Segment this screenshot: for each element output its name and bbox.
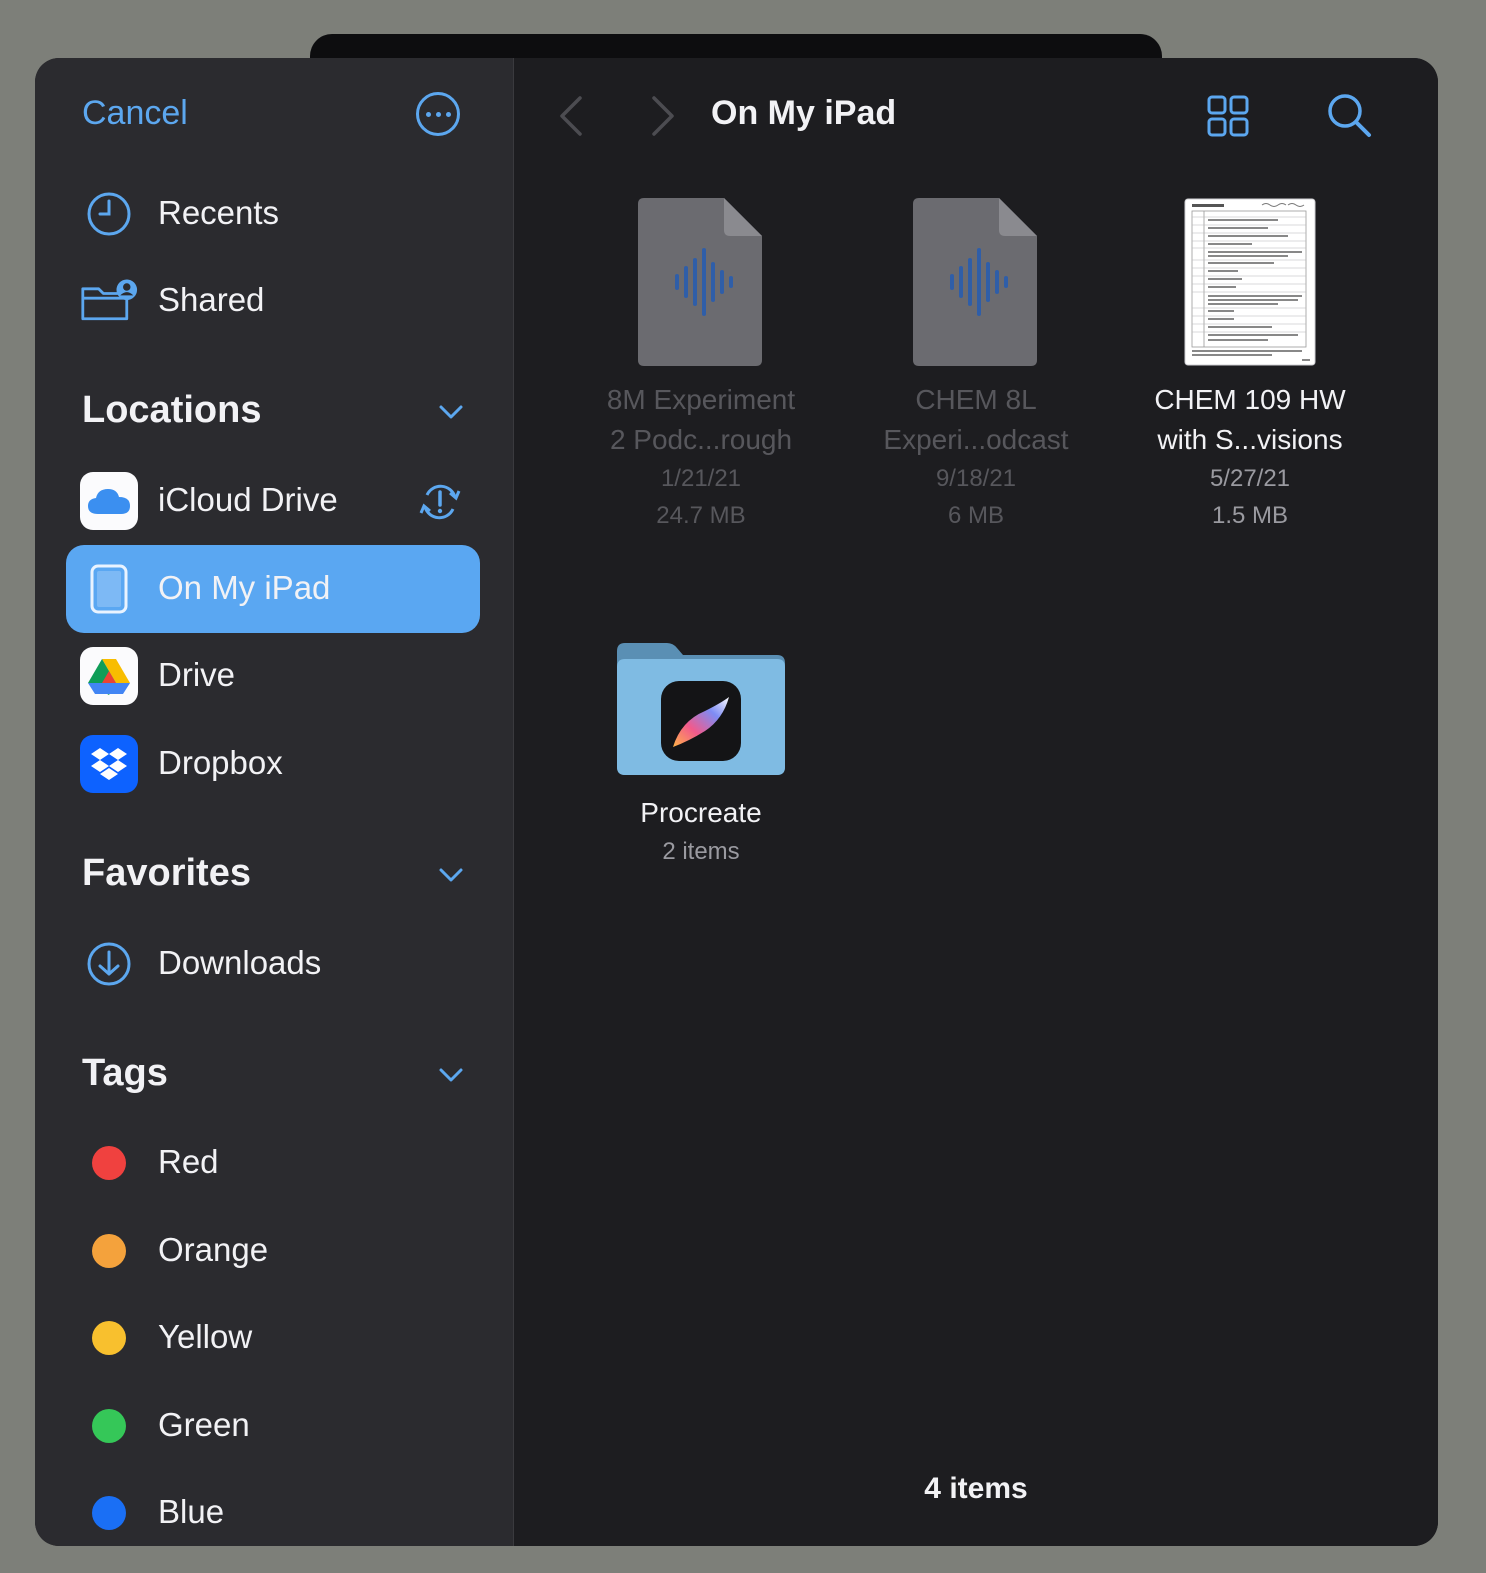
sidebar-item-label: Drive bbox=[158, 656, 236, 693]
item-count-footer: 4 items bbox=[924, 1472, 1028, 1505]
sidebar-item-label: Dropbox bbox=[158, 744, 283, 781]
favorites-header: Favorites bbox=[82, 852, 251, 894]
sidebar-item-label: Orange bbox=[158, 1231, 269, 1268]
sidebar-item-tag-orange[interactable]: Orange bbox=[66, 1207, 480, 1295]
forward-chevron-icon[interactable] bbox=[642, 94, 682, 138]
tag-yellow-dot bbox=[92, 1321, 126, 1355]
file-picker-window: Cancel Recents Shared Locations iCloud D… bbox=[35, 58, 1438, 1546]
file-size: 24.7 MB bbox=[656, 502, 746, 529]
sidebar-item-tag-yellow[interactable]: Yellow bbox=[66, 1294, 480, 1382]
file-name-line2: 2 Podc...rough bbox=[609, 424, 793, 455]
sidebar-item-label: iCloud Drive bbox=[158, 481, 338, 518]
tag-orange-dot bbox=[92, 1234, 126, 1268]
chevron-down-icon[interactable] bbox=[438, 1062, 464, 1088]
grid-view-icon[interactable] bbox=[1207, 95, 1249, 137]
clock-icon bbox=[80, 185, 138, 243]
sidebar-item-tag-red[interactable]: Red bbox=[66, 1119, 480, 1207]
sidebar-item-label: Blue bbox=[158, 1493, 225, 1530]
file-tile[interactable]: 8M Experiment 2 Podc...rough 1/21/21 24.… bbox=[566, 198, 836, 534]
file-date: 1/21/21 bbox=[660, 465, 742, 492]
sidebar-item-icloud-drive[interactable]: iCloud Drive bbox=[66, 457, 480, 545]
file-browser: On My iPad 8M Experiment 2 Podc...rough … bbox=[514, 58, 1438, 1546]
chevron-down-icon[interactable] bbox=[438, 862, 464, 888]
file-tile[interactable]: CHEM 8L Experi...odcast 9/18/21 6 MB bbox=[841, 198, 1111, 534]
cancel-button[interactable]: Cancel bbox=[82, 94, 188, 133]
audio-file-icon bbox=[913, 198, 1037, 366]
folder-item-count: 2 items bbox=[662, 838, 740, 865]
sync-alert-icon[interactable] bbox=[419, 481, 461, 523]
tag-red-dot bbox=[92, 1146, 126, 1180]
ipad-icon bbox=[80, 560, 138, 618]
file-name-line2: Experi...odcast bbox=[883, 424, 1069, 455]
sidebar-item-tag-blue[interactable]: Blue bbox=[66, 1469, 480, 1546]
file-size: 1.5 MB bbox=[1211, 502, 1289, 529]
sidebar-item-on-my-ipad[interactable]: On My iPad bbox=[66, 545, 480, 633]
file-date: 5/27/21 bbox=[1209, 465, 1291, 492]
file-name: CHEM 109 HW bbox=[1154, 384, 1346, 415]
file-date: 9/18/21 bbox=[935, 465, 1017, 492]
sidebar-item-label: Downloads bbox=[158, 944, 322, 981]
shared-folder-icon bbox=[80, 272, 138, 330]
sidebar-item-label: Yellow bbox=[158, 1318, 253, 1355]
sidebar-item-dropbox[interactable]: Dropbox bbox=[66, 720, 480, 808]
locations-header: Locations bbox=[82, 389, 262, 431]
sidebar: Cancel Recents Shared Locations iCloud D… bbox=[35, 58, 514, 1546]
audio-file-icon bbox=[638, 198, 762, 366]
sidebar-item-label: On My iPad bbox=[158, 569, 331, 606]
folder-tile[interactable]: Procreate 2 items bbox=[566, 641, 836, 870]
sidebar-item-drive[interactable]: Drive bbox=[66, 632, 480, 720]
google-drive-icon bbox=[80, 647, 138, 705]
folder-name: Procreate bbox=[640, 797, 762, 828]
file-name: CHEM 8L bbox=[915, 384, 1037, 415]
sidebar-item-label: Red bbox=[158, 1143, 219, 1180]
sidebar-item-label: Green bbox=[158, 1406, 250, 1443]
file-tile[interactable]: CHEM 109 HW with S...visions 5/27/21 1.5… bbox=[1115, 198, 1385, 534]
file-name: 8M Experiment bbox=[606, 384, 796, 415]
dropbox-icon bbox=[80, 735, 138, 793]
chevron-down-icon[interactable] bbox=[438, 399, 464, 425]
sidebar-item-label: Shared bbox=[158, 281, 265, 318]
more-options-icon[interactable] bbox=[416, 92, 460, 136]
sidebar-item-label: Recents bbox=[158, 194, 280, 231]
sidebar-item-downloads[interactable]: Downloads bbox=[66, 920, 480, 1008]
sidebar-item-shared[interactable]: Shared bbox=[66, 257, 480, 345]
file-size: 6 MB bbox=[947, 502, 1004, 529]
tags-header: Tags bbox=[82, 1052, 168, 1094]
procreate-folder-icon bbox=[617, 643, 785, 775]
tag-blue-dot bbox=[92, 1496, 126, 1530]
tag-green-dot bbox=[92, 1409, 126, 1443]
page-title: On My iPad bbox=[711, 94, 897, 132]
search-icon[interactable] bbox=[1326, 92, 1372, 138]
file-name-line2: with S...visions bbox=[1157, 424, 1343, 455]
document-thumbnail-icon bbox=[1184, 198, 1316, 366]
download-icon bbox=[80, 935, 138, 993]
sidebar-item-tag-green[interactable]: Green bbox=[66, 1382, 480, 1470]
icloud-drive-icon bbox=[80, 472, 138, 530]
back-chevron-icon[interactable] bbox=[552, 94, 592, 138]
sidebar-item-recents[interactable]: Recents bbox=[66, 170, 480, 258]
